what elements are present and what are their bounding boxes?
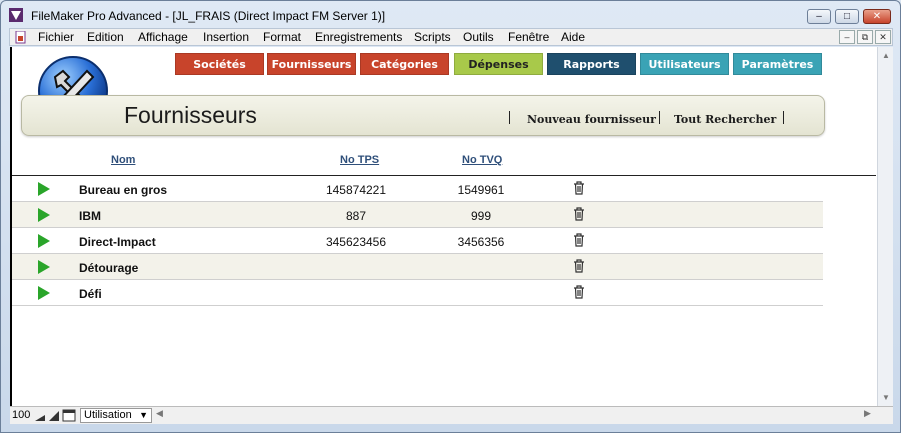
filemaker-app-icon[interactable] bbox=[9, 8, 23, 22]
menu-enregistrements[interactable]: Enregistrements bbox=[315, 30, 402, 44]
page-title: Fournisseurs bbox=[124, 102, 257, 128]
scroll-down-icon[interactable]: ▼ bbox=[878, 393, 894, 402]
tab-parametres[interactable]: Paramètres bbox=[733, 53, 822, 75]
new-supplier-button[interactable]: Nouveau fournisseur bbox=[527, 113, 656, 126]
tab-utilisateurs[interactable]: Utilisateurs bbox=[640, 53, 729, 75]
column-header-name[interactable]: Nom bbox=[111, 154, 135, 166]
tab-fournisseurs[interactable]: Fournisseurs bbox=[267, 53, 356, 75]
document-close-button[interactable]: ✕ bbox=[875, 30, 891, 44]
tab-categories[interactable]: Catégories bbox=[360, 53, 449, 75]
document-minimize-button[interactable]: – bbox=[839, 30, 855, 44]
supplier-name: IBM bbox=[79, 209, 101, 223]
scroll-left-icon[interactable]: ◀ bbox=[156, 408, 163, 419]
column-header-tps[interactable]: No TPS bbox=[340, 154, 379, 166]
table-row[interactable]: Défi bbox=[12, 280, 823, 306]
tab-societes[interactable]: Sociétés bbox=[175, 53, 264, 75]
header-divider bbox=[659, 111, 660, 124]
menu-insertion[interactable]: Insertion bbox=[203, 30, 249, 44]
menu-scripts[interactable]: Scripts bbox=[414, 30, 451, 44]
find-all-button[interactable]: Tout Rechercher bbox=[674, 113, 776, 126]
table-row[interactable]: IBM 887 999 bbox=[12, 202, 823, 228]
trash-icon[interactable] bbox=[573, 259, 585, 273]
supplier-name: Défi bbox=[79, 287, 102, 301]
supplier-name: Direct-Impact bbox=[79, 235, 156, 249]
open-record-icon[interactable] bbox=[38, 286, 50, 300]
supplier-tps: 145874221 bbox=[325, 183, 387, 197]
menu-affichage[interactable]: Affichage bbox=[138, 30, 188, 44]
menu-outils[interactable]: Outils bbox=[463, 30, 494, 44]
title-bar: FileMaker Pro Advanced - [JL_FRAIS (Dire… bbox=[1, 1, 898, 27]
toggle-status-area-icon[interactable] bbox=[62, 409, 76, 422]
header-divider bbox=[509, 111, 510, 124]
mode-label: Utilisation bbox=[84, 409, 132, 421]
table-row[interactable]: Bureau en gros 145874221 1549961 bbox=[12, 176, 823, 202]
column-header-tvq[interactable]: No TVQ bbox=[462, 154, 502, 166]
menu-format[interactable]: Format bbox=[263, 30, 301, 44]
trash-icon[interactable] bbox=[573, 181, 585, 195]
open-record-icon[interactable] bbox=[38, 260, 50, 274]
menu-fenetre[interactable]: Fenêtre bbox=[508, 30, 549, 44]
header-divider bbox=[783, 111, 784, 124]
open-record-icon[interactable] bbox=[38, 234, 50, 248]
supplier-tvq: 1549961 bbox=[457, 183, 505, 197]
supplier-name: Détourage bbox=[79, 261, 139, 275]
menu-aide[interactable]: Aide bbox=[561, 30, 585, 44]
window-minimize-button[interactable]: – bbox=[807, 9, 831, 24]
menu-fichier[interactable]: Fichier bbox=[38, 30, 74, 44]
tab-depenses[interactable]: Dépenses bbox=[454, 53, 543, 75]
chevron-down-icon: ▼ bbox=[139, 410, 148, 420]
zoom-out-icon[interactable] bbox=[34, 410, 46, 422]
trash-icon[interactable] bbox=[573, 233, 585, 247]
supplier-tvq: 999 bbox=[470, 209, 492, 223]
table-row[interactable]: Direct-Impact 345623456 3456356 bbox=[12, 228, 823, 254]
tab-rapports[interactable]: Rapports bbox=[547, 53, 636, 75]
document-restore-button[interactable]: ⧉ bbox=[857, 30, 873, 44]
trash-icon[interactable] bbox=[573, 285, 585, 299]
mode-selector[interactable]: Utilisation ▼ bbox=[80, 408, 152, 423]
window-close-button[interactable]: ✕ bbox=[863, 9, 891, 24]
open-record-icon[interactable] bbox=[38, 208, 50, 222]
trash-icon[interactable] bbox=[573, 207, 585, 221]
supplier-name: Bureau en gros bbox=[79, 183, 168, 197]
table-row[interactable]: Détourage bbox=[12, 254, 823, 280]
status-bar: 100 Utilisation ▼ ◀ ▶ bbox=[10, 406, 893, 424]
supplier-tvq: 3456356 bbox=[457, 235, 505, 249]
supplier-tps: 345623456 bbox=[325, 235, 387, 249]
zoom-level[interactable]: 100 bbox=[12, 409, 30, 421]
scroll-up-icon[interactable]: ▲ bbox=[878, 51, 894, 60]
open-record-icon[interactable] bbox=[38, 182, 50, 196]
menu-bar: Fichier Edition Affichage Insertion Form… bbox=[9, 28, 893, 46]
scroll-right-icon[interactable]: ▶ bbox=[864, 408, 871, 419]
window-title: FileMaker Pro Advanced - [JL_FRAIS (Dire… bbox=[31, 9, 386, 23]
supplier-tps: 887 bbox=[345, 209, 367, 223]
zoom-in-icon[interactable] bbox=[48, 410, 60, 422]
vertical-scrollbar[interactable]: ▲ ▼ bbox=[877, 47, 893, 406]
menu-edition[interactable]: Edition bbox=[87, 30, 124, 44]
document-icon[interactable] bbox=[15, 31, 27, 44]
window-maximize-button[interactable]: □ bbox=[835, 9, 859, 24]
